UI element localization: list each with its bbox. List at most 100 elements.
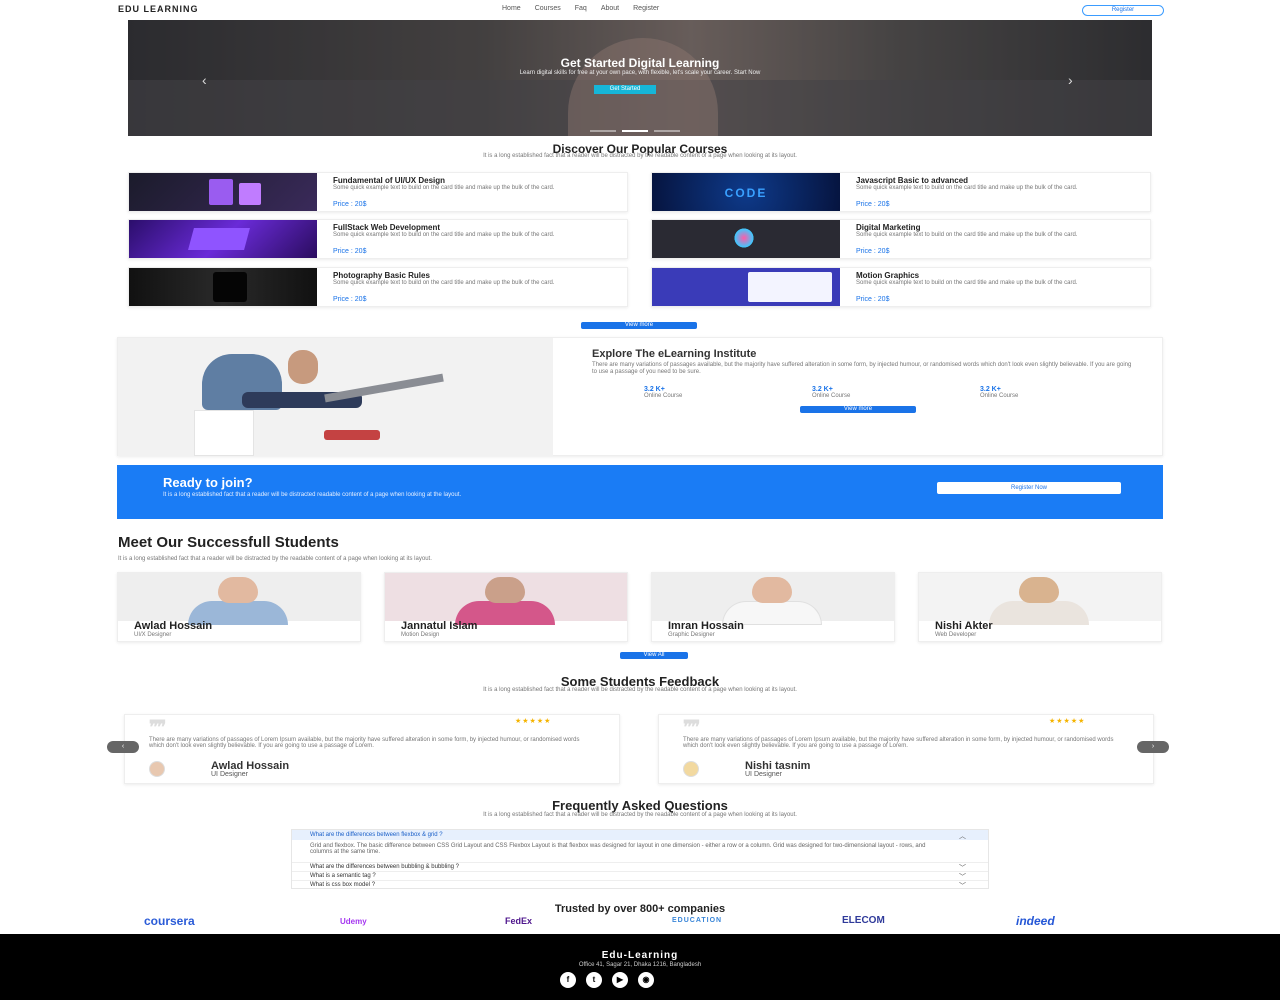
- nav-item-faq[interactable]: Faq: [575, 5, 587, 12]
- register-button[interactable]: Register: [1082, 5, 1164, 16]
- feedback-prev-button[interactable]: ‹: [107, 741, 139, 753]
- chevron-right-icon[interactable]: ›: [1068, 72, 1073, 88]
- facebook-icon[interactable]: f: [560, 972, 576, 988]
- main-menu: Home Courses Faq About Register: [502, 5, 659, 12]
- course-price: Price : 20$: [333, 248, 367, 255]
- stat-label: Online Course: [812, 393, 851, 399]
- star-rating: ★★★★★: [1049, 718, 1086, 725]
- twitter-icon[interactable]: t: [586, 972, 602, 988]
- carousel-dot[interactable]: [654, 130, 680, 132]
- ready-subtitle: It is a long established fact that a rea…: [163, 492, 462, 498]
- nav-item-register[interactable]: Register: [633, 5, 659, 12]
- footer-address: Office 41, Sagar 21, Dhaka 1216, Banglad…: [578, 962, 702, 968]
- hero-carousel: Get Started Digital Learning Learn digit…: [128, 20, 1152, 136]
- student-role: Graphic Designer: [668, 632, 715, 638]
- course-thumbnail: [652, 268, 840, 306]
- course-thumbnail: CODE: [652, 173, 840, 211]
- feedback-card: ❞❞ ★★★★★ There are many variations of pa…: [124, 714, 620, 784]
- chevron-down-icon: ﹀: [959, 883, 966, 890]
- ready-to-join-banner: Ready to join? It is a long established …: [117, 465, 1163, 519]
- student-card[interactable]: Nishi Akter Web Developer: [918, 572, 1162, 642]
- social-links: f t ▶ ◉: [560, 972, 654, 988]
- students-subtitle: It is a long established fact that a rea…: [118, 556, 432, 562]
- footer-logo[interactable]: Edu-Learning: [0, 950, 1280, 961]
- brand-logo-coursera: coursera: [144, 914, 195, 928]
- quote-icon: ❞❞: [149, 717, 166, 737]
- course-card[interactable]: Motion Graphics Some quick example text …: [651, 267, 1151, 307]
- course-card[interactable]: Fundamental of UI/UX Design Some quick e…: [128, 172, 628, 212]
- brand-logo-udemy: Udemy: [340, 917, 367, 926]
- view-all-students-button[interactable]: View All: [620, 652, 688, 659]
- explore-title: Explore The eLearning Institute: [592, 348, 757, 360]
- explore-view-more-button[interactable]: View more: [800, 406, 916, 413]
- feedback-text: There are many variations of passages of…: [149, 737, 580, 749]
- feedback-text: There are many variations of passages of…: [683, 737, 1114, 749]
- register-now-button[interactable]: Register Now: [937, 482, 1121, 494]
- course-description: Some quick example text to build on the …: [856, 280, 1078, 286]
- faq-question[interactable]: What is css box model ? ﹀: [292, 880, 988, 890]
- feedback-next-button[interactable]: ›: [1137, 741, 1169, 753]
- feedback-subtitle: It is a long established fact that a rea…: [483, 687, 797, 693]
- faq-question[interactable]: What are the differences between flexbox…: [292, 830, 988, 840]
- nav-item-courses[interactable]: Courses: [535, 5, 561, 12]
- faq-question[interactable]: What are the differences between bubblin…: [292, 862, 988, 872]
- get-started-button[interactable]: Get Started: [594, 85, 656, 94]
- course-card[interactable]: FullStack Web Development Some quick exa…: [128, 219, 628, 259]
- course-title: FullStack Web Development: [333, 223, 440, 232]
- course-card[interactable]: Photography Basic Rules Some quick examp…: [128, 267, 628, 307]
- brand-logo-indeed: indeed: [1016, 914, 1055, 928]
- student-card[interactable]: Awlad Hossain UI/X Designer: [117, 572, 361, 642]
- navbar: EDU LEARNING Home Courses Faq About Regi…: [0, 0, 1280, 20]
- hero-subtitle: Learn digital skills for free at your ow…: [519, 70, 761, 76]
- thumbnail-code-text: CODE: [724, 186, 768, 200]
- star-rating: ★★★★★: [515, 718, 552, 725]
- course-card[interactable]: CODE Javascript Basic to advanced Some q…: [651, 172, 1151, 212]
- course-description: Some quick example text to build on the …: [333, 280, 555, 286]
- view-more-courses-button[interactable]: View more: [581, 322, 697, 329]
- youtube-icon[interactable]: ▶: [612, 972, 628, 988]
- course-thumbnail: [129, 268, 317, 306]
- explore-text: There are many variations of passages av…: [592, 362, 1132, 375]
- chevron-up-icon: ︿: [959, 833, 966, 840]
- faq-title: Frequently Asked Questions: [552, 798, 728, 813]
- course-title: Motion Graphics: [856, 271, 920, 280]
- faq-subtitle: It is a long established fact that a rea…: [483, 812, 797, 818]
- chevron-left-icon[interactable]: ‹: [202, 72, 207, 88]
- ready-title: Ready to join?: [163, 475, 253, 490]
- nav-item-home[interactable]: Home: [502, 5, 521, 12]
- nav-item-about[interactable]: About: [601, 5, 619, 12]
- student-role: Web Developer: [935, 632, 977, 638]
- course-description: Some quick example text to build on the …: [333, 232, 555, 238]
- course-description: Some quick example text to build on the …: [856, 185, 1078, 191]
- reviewer-role: UI Designer: [745, 771, 782, 778]
- student-photo: [919, 573, 1161, 625]
- course-thumbnail: [652, 220, 840, 258]
- carousel-dot-active[interactable]: [622, 130, 648, 132]
- faq-question[interactable]: What is a semantic tag ? ﹀: [292, 871, 988, 881]
- stat-number: 3.2 K+: [644, 386, 665, 393]
- feedback-card: ❞❞ ★★★★★ There are many variations of pa…: [658, 714, 1154, 784]
- courses-subtitle: It is a long established fact that a rea…: [483, 153, 797, 159]
- course-description: Some quick example text to build on the …: [333, 185, 555, 191]
- course-price: Price : 20$: [333, 296, 367, 303]
- avatar: [149, 761, 165, 777]
- site-logo[interactable]: EDU LEARNING: [118, 4, 199, 14]
- stat-number: 3.2 K+: [980, 386, 1001, 393]
- student-card[interactable]: Jannatul Islam Motion Design: [384, 572, 628, 642]
- student-card[interactable]: Imran Hossain Graphic Designer: [651, 572, 895, 642]
- course-price: Price : 20$: [333, 201, 367, 208]
- student-photo: [118, 573, 360, 625]
- stat-label: Online Course: [980, 393, 1019, 399]
- course-price: Price : 20$: [856, 248, 890, 255]
- carousel-dot[interactable]: [590, 130, 616, 132]
- carousel-indicators: [590, 130, 680, 132]
- stat-item: 3.2 K+ Online Course: [812, 386, 912, 399]
- faq-question-text: What are the differences between flexbox…: [310, 832, 443, 838]
- student-role: UI/X Designer: [134, 632, 172, 638]
- student-photo: [385, 573, 627, 625]
- stat-label: Online Course: [644, 393, 683, 399]
- course-card[interactable]: Digital Marketing Some quick example tex…: [651, 219, 1151, 259]
- github-icon[interactable]: ◉: [638, 972, 654, 988]
- course-description: Some quick example text to build on the …: [856, 232, 1078, 238]
- faq-accordion: What are the differences between flexbox…: [291, 829, 989, 890]
